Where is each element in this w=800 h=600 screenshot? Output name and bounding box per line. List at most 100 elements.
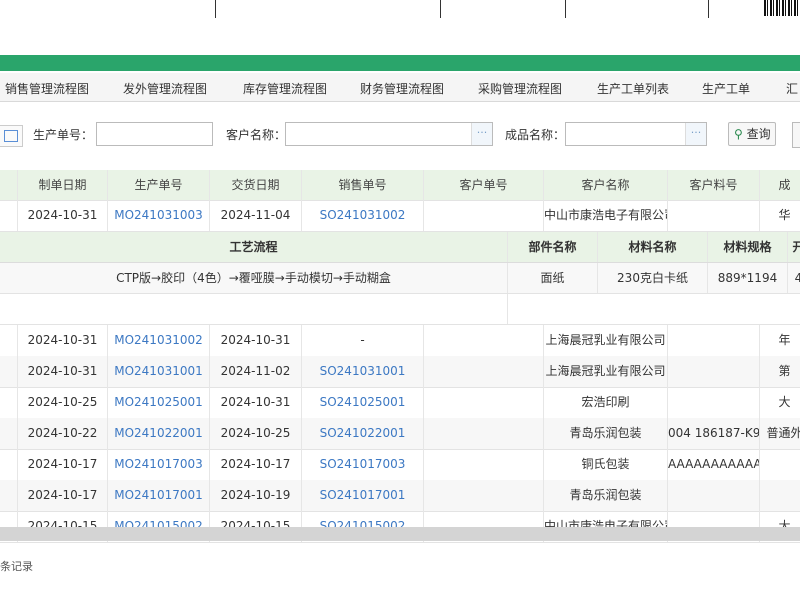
product-name: 华 <box>760 200 800 231</box>
customer-no <box>424 418 544 449</box>
col-product[interactable]: 成 <box>760 170 800 200</box>
sub-table-header: 工艺流程 部件名称 材料名称 材料规格 开 <box>0 232 800 263</box>
production-no-link[interactable]: MO241017001 <box>108 480 210 511</box>
customer-name: 青岛乐润包装 <box>544 480 668 511</box>
production-no-link[interactable]: MO241031003 <box>108 200 210 231</box>
customer-no <box>424 387 544 418</box>
row-checkbox-cell <box>0 480 18 511</box>
product-name <box>760 480 800 511</box>
production-no-link[interactable]: MO241031001 <box>108 356 210 387</box>
nav-tabs: 销售管理流程图 发外管理流程图 库存管理流程图 财务管理流程图 采购管理流程图 … <box>0 73 800 102</box>
tab-work-order-list[interactable]: 生产工单列表 <box>597 80 669 97</box>
empty-cell <box>0 294 508 324</box>
tab-inventory-flow[interactable]: 库存管理流程图 <box>243 80 327 97</box>
table-row[interactable]: 2024-10-17 MO241017003 2024-10-17 SO2410170… <box>0 449 800 481</box>
table-row[interactable]: 2024-10-25 MO241025001 2024-10-31 SO2410250… <box>0 387 800 419</box>
delivery-date: 2024-10-17 <box>210 449 302 480</box>
row-checkbox-cell <box>0 200 18 231</box>
table-row[interactable]: 2024-10-31 MO241031001 2024-11-02 SO2410310… <box>0 356 800 388</box>
material-spec: 889*1194 <box>708 263 788 293</box>
production-no-link[interactable]: MO241025001 <box>108 387 210 418</box>
col-customer-part[interactable]: 客户料号 <box>668 170 760 200</box>
more-button[interactable] <box>792 122 800 148</box>
table-row[interactable]: 2024-10-17 MO241017001 2024-10-19 SO2410170… <box>0 480 800 512</box>
horizontal-scrollbar[interactable] <box>0 527 800 541</box>
customer-name-label: 客户名称： <box>226 128 287 142</box>
product-name: 普通外 <box>760 418 800 449</box>
product-name: 大 <box>760 387 800 418</box>
customer-part: 004 186187-K91 <box>668 418 760 449</box>
sub-table-row: CTP版→胶印（4色）→覆哑膜→手动模切→手动糊盒 面纸 230克白卡纸 889… <box>0 263 800 294</box>
customer-name: 宏浩印刷 <box>544 387 668 418</box>
sales-no-link: - <box>302 325 424 356</box>
tab-finance-flow[interactable]: 财务管理流程图 <box>360 80 444 97</box>
table-row[interactable]: 2024-10-31 MO241031003 2024-11-04 SO2410… <box>0 200 800 232</box>
material-name: 230克白卡纸 <box>598 263 708 293</box>
product-name-input[interactable]: ··· <box>565 122 707 146</box>
top-strip <box>0 0 800 20</box>
customer-name-input[interactable]: ··· <box>285 122 493 146</box>
export-icon[interactable] <box>0 125 23 147</box>
product-name: 年 <box>760 325 800 356</box>
delivery-date: 2024-11-04 <box>210 200 302 231</box>
table-row[interactable]: 2024-10-31 MO241031002 2024-10-31- 上海晨冠乳业有限… <box>0 325 800 357</box>
production-no-input[interactable] <box>96 122 213 146</box>
created-date: 2024-10-25 <box>18 387 108 418</box>
tab-summary[interactable]: 汇 <box>786 80 798 97</box>
query-button[interactable]: ⚲ 查询 <box>728 122 776 146</box>
customer-no <box>424 449 544 480</box>
production-no-link[interactable]: MO241031002 <box>108 325 210 356</box>
customer-part: AAAAAAAAAAA0(YX0317 <box>668 449 760 480</box>
customer-name: 上海晨冠乳业有限公司 <box>544 356 668 387</box>
search-icon: ⚲ <box>734 127 743 141</box>
sales-no-link[interactable]: SO241022001 <box>302 418 424 449</box>
part-name: 面纸 <box>508 263 598 293</box>
product-name: 第 <box>760 356 800 387</box>
process-flow: CTP版→胶印（4色）→覆哑膜→手动模切→手动糊盒 <box>0 263 508 293</box>
divider <box>440 0 441 18</box>
col-sales-no[interactable]: 销售单号 <box>302 170 424 200</box>
created-date: 2024-10-31 <box>18 356 108 387</box>
row-checkbox-cell <box>0 449 18 480</box>
created-date: 2024-10-17 <box>18 480 108 511</box>
product-picker-icon[interactable]: ··· <box>685 123 706 145</box>
customer-no <box>424 480 544 511</box>
col-production-no[interactable]: 生产单号 <box>108 170 210 200</box>
col-customer-no[interactable]: 客户单号 <box>424 170 544 200</box>
tab-purchase-flow[interactable]: 采购管理流程图 <box>478 80 562 97</box>
sales-no-link[interactable]: SO241031001 <box>302 356 424 387</box>
col-created-date[interactable]: 制单日期 <box>18 170 108 200</box>
created-date: 2024-10-31 <box>18 200 108 231</box>
tab-work-order[interactable]: 生产工单 <box>702 80 750 97</box>
delivery-date: 2024-10-25 <box>210 418 302 449</box>
col-delivery-date[interactable]: 交货日期 <box>210 170 302 200</box>
tab-outsource-flow[interactable]: 发外管理流程图 <box>123 80 207 97</box>
col-customer-name[interactable]: 客户名称 <box>544 170 668 200</box>
sales-no-link[interactable]: SO241017003 <box>302 449 424 480</box>
customer-part <box>668 325 760 356</box>
customer-part <box>668 356 760 387</box>
barcode-image <box>764 0 800 16</box>
customer-no <box>424 325 544 356</box>
tab-sales-flow[interactable]: 销售管理流程图 <box>5 80 89 97</box>
production-no-link[interactable]: MO241017003 <box>108 449 210 480</box>
sales-no-link[interactable]: SO241017001 <box>302 480 424 511</box>
created-date: 2024-10-17 <box>18 449 108 480</box>
created-date: 2024-10-31 <box>18 325 108 356</box>
footer-record-count: 条记录 <box>0 560 33 573</box>
sales-no-link[interactable]: SO241025001 <box>302 387 424 418</box>
production-no-link[interactable]: MO241022001 <box>108 418 210 449</box>
table-row[interactable]: 2024-10-22 MO241022001 2024-10-25 SO2410220… <box>0 418 800 450</box>
divider <box>708 0 709 18</box>
header-green-bar <box>0 55 800 71</box>
customer-part <box>668 200 760 231</box>
divider <box>565 0 566 18</box>
customer-picker-icon[interactable]: ··· <box>471 123 492 145</box>
col-material-name: 材料名称 <box>598 232 708 262</box>
table-header: 制单日期 生产单号 交货日期 销售单号 客户单号 客户名称 客户料号 成 <box>0 170 800 201</box>
sales-no-link[interactable]: SO241031002 <box>302 200 424 231</box>
product-name-label: 成品名称： <box>505 128 566 142</box>
divider <box>215 0 216 18</box>
header-checkbox-cell <box>0 170 18 200</box>
open-count: 4 <box>788 263 800 293</box>
